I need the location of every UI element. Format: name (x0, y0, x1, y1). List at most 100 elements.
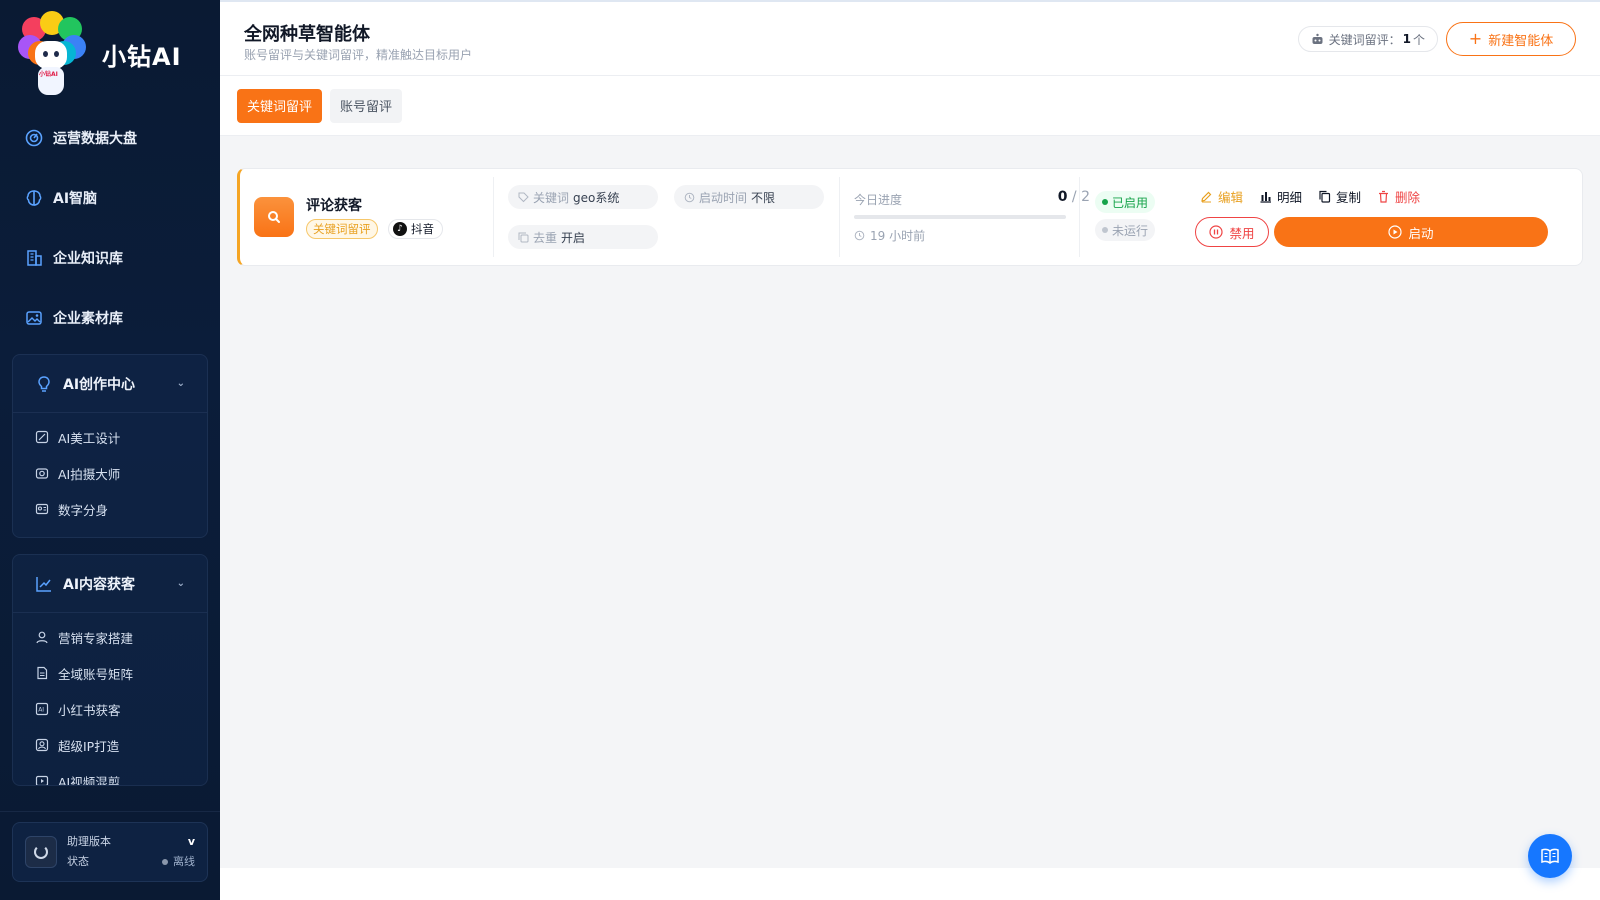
delete-button[interactable]: 删除 (1377, 187, 1420, 205)
chevron-down-icon[interactable]: ⌄ (177, 578, 185, 589)
pause-icon (1209, 225, 1224, 239)
sidebar-item-label: 超级IP打造 (58, 738, 120, 754)
sidebar-item-digital-avatar[interactable]: 数字分身 (13, 491, 207, 527)
detail-label: 明细 (1277, 189, 1303, 205)
edit-label: 编辑 (1218, 189, 1244, 205)
copy-icon (518, 232, 529, 243)
bottom-strip (220, 868, 1600, 900)
start-time-value: 不限 (751, 190, 776, 205)
avatar-card-icon (35, 502, 49, 516)
book-icon (1540, 846, 1560, 866)
sidebar-item-marketing-expert[interactable]: 营销专家搭建 (13, 619, 207, 655)
design-icon (35, 430, 49, 444)
assistant-version-label: 助理版本 (67, 835, 111, 848)
stat-label: 关键词留评： (1328, 32, 1401, 47)
person-frame-icon (35, 738, 49, 752)
page-title: 全网种草智能体 (244, 24, 370, 45)
start-button[interactable]: 启动 (1274, 217, 1548, 247)
ai-icon: AI (35, 702, 49, 716)
sidebar-item-label: 企业素材库 (53, 311, 123, 327)
chevron-down-icon[interactable]: ⌄ (177, 378, 185, 389)
last-run-text: 19 小时前 (870, 229, 926, 243)
assistant-version-value: v (187, 835, 195, 848)
sidebar-group-label: AI内容获客 (63, 576, 136, 593)
status-dot-icon (1102, 199, 1108, 205)
sidebar-item-xiaohongshu[interactable]: AI 小红书获客 (13, 691, 207, 727)
loading-spinner-icon (25, 836, 57, 868)
building-icon (25, 249, 43, 267)
sidebar-item-ai-design[interactable]: AI美工设计 (13, 419, 207, 455)
copy-button[interactable]: 复制 (1318, 187, 1361, 205)
sidebar-item-label: 营销专家搭建 (58, 630, 134, 646)
progress-value: 0 / 2 (1058, 189, 1090, 205)
user-icon (35, 630, 49, 644)
robot-icon (1311, 33, 1324, 45)
dedup-value: 开启 (561, 230, 586, 245)
tab-keyword-comment[interactable]: 关键词留评 (237, 88, 323, 123)
sidebar-item-dashboard[interactable]: 运营数据大盘 (0, 108, 220, 168)
progress-done: 0 (1057, 189, 1068, 205)
detail-button[interactable]: 明细 (1259, 187, 1302, 205)
new-agent-button[interactable]: + 新建智能体 (1446, 22, 1576, 56)
trend-icon (35, 575, 53, 593)
edit-button[interactable]: 编辑 (1200, 187, 1243, 205)
sidebar-group-creation-header[interactable]: AI创作中心 ⌄ (13, 355, 207, 413)
sidebar-item-account-matrix[interactable]: 全域账号矩阵 (13, 655, 207, 691)
disable-button[interactable]: 禁用 (1195, 217, 1269, 247)
platform-label: 抖音 (411, 222, 434, 236)
delete-label: 删除 (1395, 189, 1421, 205)
logo: 小钻AI (18, 11, 86, 97)
dashboard-icon (25, 129, 43, 147)
progress-label: 今日进度 (854, 193, 903, 207)
copy-label: 复制 (1336, 189, 1362, 205)
pencil-icon (1200, 190, 1213, 203)
brand-name: 小钻AI (102, 42, 182, 71)
dedup-chip: 去重 开启 (508, 225, 658, 249)
logo-badge: 小钻AI (39, 71, 58, 78)
sidebar-item-label: 小红书获客 (58, 702, 121, 718)
agent-name: 评论获客 (306, 198, 362, 214)
doc-icon (35, 666, 49, 680)
sidebar-group-acquisition: AI内容获客 ⌄ 营销专家搭建 全域账号矩阵 AI 小红书获客 超级IP打造 A… (12, 554, 208, 786)
dedup-label: 去重 (533, 230, 558, 245)
sidebar-item-label: 全域账号矩阵 (58, 666, 134, 682)
sidebar-item-label: 运营数据大盘 (53, 131, 137, 147)
assistant-status-card[interactable]: 助理版本 状态 v 离线 (12, 822, 208, 882)
play-icon (1388, 225, 1403, 239)
stat-unit: 个 (1412, 32, 1425, 47)
bar-chart-icon (1259, 190, 1272, 203)
clock-icon (684, 192, 695, 203)
brand[interactable]: 小钻AI 小钻AI (0, 0, 220, 108)
sidebar-item-brain[interactable]: AI智脑 (0, 168, 220, 228)
keyword-chip: 关键词 geo系统 (508, 185, 658, 209)
sidebar-item-super-ip[interactable]: 超级IP打造 (13, 727, 207, 763)
sidebar-group-creation: AI创作中心 ⌄ AI美工设计 AI拍摄大师 数字分身 (12, 354, 208, 538)
douyin-icon: ♪ (393, 222, 407, 236)
tab-bar: 关键词留评 账号留评 (220, 76, 1600, 136)
divider (1079, 177, 1080, 257)
status-enabled-label: 已启用 (1112, 195, 1149, 210)
search-icon (254, 197, 294, 237)
copy-icon (1318, 190, 1331, 203)
assistant-status-value: 离线 (173, 855, 195, 868)
sidebar-item-knowledge[interactable]: 企业知识库 (0, 228, 220, 288)
trash-icon (1377, 190, 1390, 203)
agent-card[interactable]: 评论获客 关键词留评 ♪ 抖音 关键词 geo系统 启动时间 不限 去重 开启 … (237, 168, 1583, 266)
sidebar-item-label: AI智脑 (53, 191, 98, 207)
start-label: 启动 (1408, 225, 1434, 241)
progress-total: 2 (1081, 189, 1090, 205)
platform-tag: ♪ 抖音 (388, 219, 443, 239)
status-dot-icon (1102, 227, 1108, 233)
start-time-label: 启动时间 (699, 190, 748, 205)
help-docs-button[interactable] (1528, 834, 1572, 878)
sidebar-item-video-remix[interactable]: AI视频混剪 (13, 763, 207, 785)
sidebar-item-ai-camera[interactable]: AI拍摄大师 (13, 455, 207, 491)
sidebar-item-assets[interactable]: 企业素材库 (0, 288, 220, 348)
tab-account-comment[interactable]: 账号留评 (330, 88, 403, 123)
last-run-time: 19 小时前 (854, 227, 925, 244)
divider (493, 177, 494, 257)
keyword-count-badge: 关键词留评： 1 个 (1297, 26, 1438, 52)
sidebar-group-acquisition-header[interactable]: AI内容获客 ⌄ (13, 555, 207, 613)
sidebar: 小钻AI 小钻AI 运营数据大盘 AI智脑 企业知识库 企业素材库 AI创作中心… (0, 0, 220, 900)
assistant-status-label: 状态 (67, 855, 89, 868)
